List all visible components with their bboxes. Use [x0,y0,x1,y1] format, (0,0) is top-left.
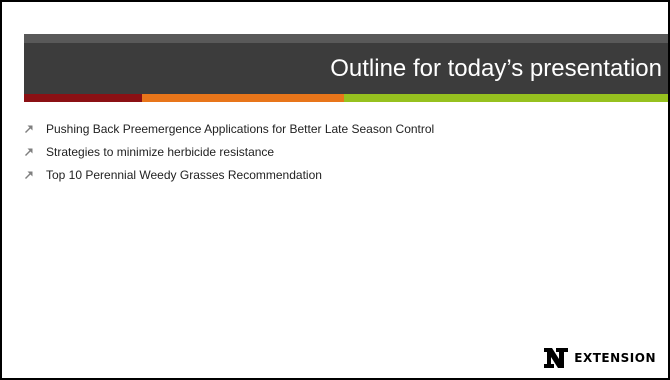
accent-bar-orange [142,94,344,102]
bullet-item: Pushing Back Preemergence Applications f… [24,120,434,138]
title-band: Outline for today’s presentation [24,34,668,94]
arrow-up-right-icon [24,124,46,134]
slide-title: Outline for today’s presentation [330,55,662,82]
accent-bar-red [24,94,142,102]
nebraska-n-icon [544,348,569,368]
bullet-item: Top 10 Perennial Weedy Grasses Recommend… [24,166,434,184]
title-band-topline [24,34,668,43]
accent-bar-green [344,94,668,102]
arrow-up-right-icon [24,170,46,180]
bullet-item: Strategies to minimize herbicide resista… [24,143,434,161]
logo-text: EXTENSION [574,351,656,365]
slide: Outline for today’s presentation Pushing… [0,0,670,380]
extension-logo: EXTENSION [544,348,656,368]
bullet-text: Strategies to minimize herbicide resista… [46,145,275,159]
bullet-list: Pushing Back Preemergence Applications f… [24,120,434,189]
bullet-text: Pushing Back Preemergence Applications f… [46,122,435,136]
arrow-up-right-icon [24,147,46,157]
accent-bar [24,94,668,102]
bullet-text: Top 10 Perennial Weedy Grasses Recommend… [46,168,322,182]
